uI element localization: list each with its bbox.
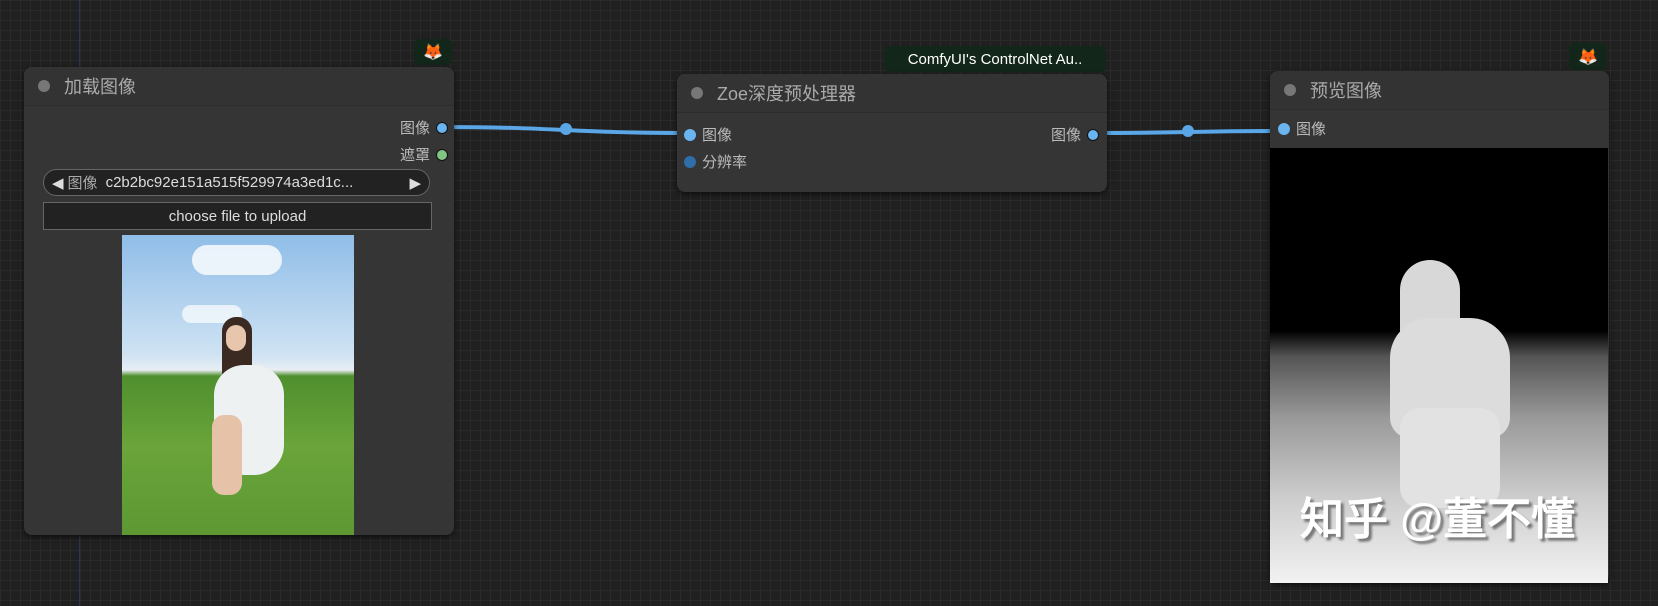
node-title: Zoe深度预处理器 bbox=[717, 84, 857, 104]
slot-label: 图像 bbox=[702, 127, 733, 144]
node-title: 预览图像 bbox=[1310, 81, 1382, 101]
output-slot-image[interactable]: 图像 bbox=[400, 117, 448, 138]
port-dot[interactable] bbox=[436, 121, 448, 134]
input-slot-resolution[interactable]: 分辨率 bbox=[684, 151, 747, 172]
slot-label: 图像 bbox=[1296, 121, 1327, 138]
node-title: 加载图像 bbox=[64, 77, 136, 97]
combo-value: c2b2bc92e151a515f529974a3ed1c... bbox=[105, 174, 354, 191]
watermark: 知乎 @董不懂 bbox=[1300, 495, 1576, 544]
link-midpoint bbox=[1182, 125, 1194, 137]
zoe-depth-node[interactable]: Zoe深度预处理器 图像 分辨率 图像 bbox=[677, 74, 1107, 192]
collapse-dot[interactable] bbox=[691, 87, 703, 99]
port-dot[interactable] bbox=[684, 128, 696, 141]
output-slot-image[interactable]: 图像 bbox=[1051, 124, 1099, 145]
fox-icon: 🦊 bbox=[1578, 48, 1598, 66]
preview-image-node[interactable]: 预览图像 图像 知乎 @董不懂 bbox=[1270, 71, 1609, 583]
arrow-left-icon[interactable]: ◀ bbox=[52, 174, 64, 192]
slot-label: 图像 bbox=[1050, 127, 1081, 144]
slot-label: 图像 bbox=[399, 120, 430, 137]
output-slot-mask[interactable]: 遮罩 bbox=[400, 144, 448, 165]
node-title-bar[interactable]: Zoe深度预处理器 bbox=[677, 74, 1107, 113]
slot-label: 分辨率 bbox=[702, 154, 748, 171]
upload-button[interactable]: choose file to upload bbox=[43, 202, 432, 230]
depth-map-preview: 知乎 @董不懂 bbox=[1270, 148, 1608, 583]
collapse-dot[interactable] bbox=[38, 80, 50, 92]
collapse-dot[interactable] bbox=[1284, 84, 1296, 96]
input-slot-image[interactable]: 图像 bbox=[684, 124, 732, 145]
port-dot[interactable] bbox=[1278, 122, 1290, 135]
input-slot-image[interactable]: 图像 bbox=[1278, 118, 1326, 139]
input-image-preview bbox=[122, 235, 354, 535]
arrow-right-icon[interactable]: ▶ bbox=[409, 174, 421, 192]
slot-label: 遮罩 bbox=[399, 147, 430, 164]
node-title-bar[interactable]: 预览图像 bbox=[1270, 71, 1609, 110]
node-title-bar[interactable]: 加载图像 bbox=[24, 67, 454, 106]
combo-label: 图像 bbox=[67, 175, 98, 192]
port-dot[interactable] bbox=[1087, 128, 1099, 141]
fox-icon: 🦊 bbox=[423, 44, 443, 61]
image-combo[interactable]: ◀ 图像 c2b2bc92e151a515f529974a3ed1c... ▶ bbox=[43, 169, 430, 196]
node-badge: ComfyUI's ControlNet Au.. bbox=[884, 46, 1106, 72]
node-badge-fox: 🦊 bbox=[1569, 43, 1607, 70]
port-dot[interactable] bbox=[684, 155, 696, 168]
link-midpoint bbox=[560, 123, 572, 135]
node-badge-fox: 🦊 bbox=[414, 39, 452, 65]
port-dot[interactable] bbox=[436, 148, 448, 161]
load-image-node[interactable]: 加载图像 图像 遮罩 ◀ 图像 c2b2bc92e151a515f529974a… bbox=[24, 67, 454, 535]
